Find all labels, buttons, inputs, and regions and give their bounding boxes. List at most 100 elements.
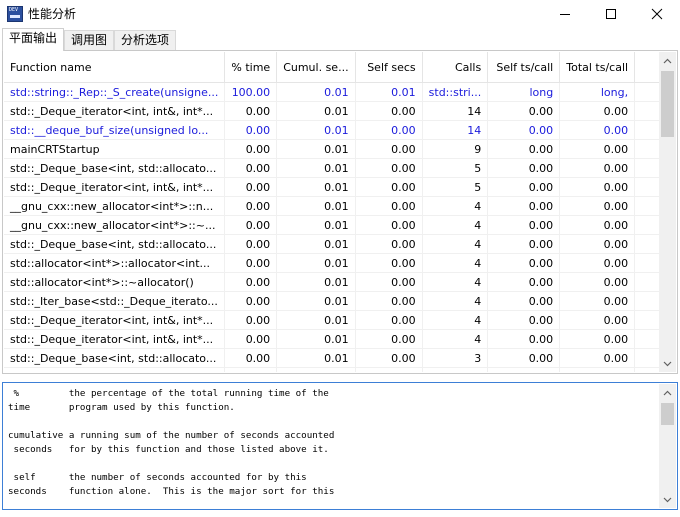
table-cell: std::__deque_buf_size(unsigned lo... (4, 120, 226, 140)
description-text[interactable]: % the percentage of the total running ti… (8, 387, 653, 505)
table-cell: std::allocator<int*>::allocator<int... (4, 253, 226, 273)
scroll-down-arrow[interactable] (659, 491, 676, 508)
table-cell: std::string::_Rep::_S_create(unsigne... (4, 82, 226, 102)
table-row[interactable]: std::allocator<int*>::~allocator() 0.00 0.… (4, 272, 661, 292)
table-cell: 0.00 (224, 177, 278, 197)
chevron-up-icon (663, 390, 672, 395)
tab-profile-options[interactable]: 分析选项 (114, 30, 176, 50)
table-row[interactable]: std::__deque_buf_size(unsigned lo... 0.00… (4, 120, 661, 140)
table-cell (634, 158, 661, 178)
table-cell: 0.00 (355, 234, 423, 254)
table-cell: 4 (422, 253, 489, 273)
table-cell: std::stri... (422, 82, 489, 102)
table-cell: 5 (422, 158, 489, 178)
tab-flat-output[interactable]: 平面输出 (2, 28, 64, 51)
upper-vertical-scrollbar[interactable] (659, 52, 676, 372)
tab-call-graph[interactable]: 调用图 (64, 30, 114, 50)
table-cell: 0.00 (559, 234, 636, 254)
table-cell: 0.00 (487, 177, 561, 197)
table-cell (634, 367, 661, 372)
table-cell: 0.00 (559, 329, 636, 349)
title-bar: DEV 性能分析 (0, 0, 680, 28)
column-header-self-ts-per-call[interactable]: Self ts/call (487, 52, 561, 83)
table-row[interactable]: std::string::_Rep::_S_create(unsigne... 1… (4, 82, 661, 102)
table-row[interactable]: std::allocator<int*>::allocator<int... 0.… (4, 253, 661, 273)
table-cell: 0.01 (276, 253, 356, 273)
table-cell: 0.01 (276, 101, 356, 121)
column-header-total-ts-per-call[interactable]: Total ts/call (559, 52, 636, 83)
scroll-up-arrow[interactable] (659, 384, 676, 401)
table-row[interactable]: std::_Iter_base<std::_Deque_iterato... 0.… (4, 291, 661, 311)
table-row[interactable]: std::_Deque_base<int, std::allocato... 0.… (4, 158, 661, 178)
table-cell: 0.00 (355, 348, 423, 368)
table-cell: 0.01 (276, 348, 356, 368)
table-cell: 0.00 (224, 196, 278, 216)
table-cell: 0.00 (224, 272, 278, 292)
table-cell: 0.01 (276, 291, 356, 311)
table-cell: 14 (422, 101, 489, 121)
table-cell (634, 139, 661, 159)
table-cell: 0.00 (224, 310, 278, 330)
minimize-button[interactable] (542, 0, 588, 28)
table-cell: 0.00 (224, 120, 278, 140)
table-row[interactable]: __gnu_cxx::new_allocator<int*>::...0.000… (4, 367, 661, 372)
column-header-empty (634, 52, 661, 83)
table-row[interactable]: std::_Deque_base<int, std::allocato... 0.… (4, 348, 661, 368)
column-header-function-name[interactable]: Function name (4, 52, 226, 83)
table-cell (634, 196, 661, 216)
table-row[interactable]: __gnu_cxx::new_allocator<int*>::n... 0.00… (4, 196, 661, 216)
lower-vertical-scrollbar[interactable] (659, 384, 676, 508)
table-cell: 0.01 (276, 272, 356, 292)
dev-cpp-app-icon: DEV (7, 6, 23, 22)
scrollbar-thumb[interactable] (661, 71, 674, 137)
table-cell: 0.01 (355, 82, 423, 102)
table-cell: 3 (422, 367, 489, 372)
table-cell: 0.00 (224, 253, 278, 273)
table-cell: 4 (422, 329, 489, 349)
table-row[interactable]: std::_Deque_iterator<int, int&, int*... 0… (4, 101, 661, 121)
table-cell: 0.00 (224, 215, 278, 235)
table-row[interactable]: std::_Deque_iterator<int, int&, int*... 0… (4, 177, 661, 197)
column-header-calls[interactable]: Calls (422, 52, 489, 83)
table-cell (634, 120, 661, 140)
description-line: self the number of seconds accounted for… (8, 472, 307, 483)
column-header-percent-time[interactable]: % time (224, 52, 278, 83)
table-cell: 9 (422, 139, 489, 159)
table-cell: 0.00 (487, 253, 561, 273)
column-header-cumulative-seconds[interactable]: Cumul. se... (276, 52, 356, 83)
table-row[interactable]: std::_Deque_base<int, std::allocato... 0.… (4, 234, 661, 254)
table-cell: 0.01 (276, 120, 356, 140)
table-cell: 0.00 (559, 196, 636, 216)
table-cell: 0.01 (276, 177, 356, 197)
column-header-self-seconds[interactable]: Self secs (355, 52, 423, 83)
table-cell: std::_Deque_iterator<int, int&, int*... (4, 101, 226, 121)
table-cell: 14 (422, 120, 489, 140)
table-cell (634, 82, 661, 102)
table-row[interactable]: mainCRTStartup 0.00 0.01 0.00 9 0.00 0.00 (4, 139, 661, 159)
scroll-up-arrow[interactable] (659, 52, 676, 69)
table-cell: std::_Deque_iterator<int, int&, int*... (4, 310, 226, 330)
table-cell: 0.00 (487, 139, 561, 159)
table-cell: 0.00 (487, 196, 561, 216)
scrollbar-thumb[interactable] (661, 403, 674, 425)
table-cell: 0.01 (276, 215, 356, 235)
table-cell: 0.00 (559, 215, 636, 235)
window-title: 性能分析 (28, 7, 77, 21)
description-line: cumulative a running sum of the number o… (8, 430, 335, 441)
table-cell (634, 177, 661, 197)
scroll-down-arrow[interactable] (659, 355, 676, 372)
close-button[interactable] (634, 0, 680, 28)
table-cell (634, 329, 661, 349)
table-row[interactable]: std::_Deque_iterator<int, int&, int*... 0… (4, 310, 661, 330)
table-cell (634, 234, 661, 254)
maximize-button[interactable] (588, 0, 634, 28)
flat-profile-list[interactable]: Function name % time Cumul. se... Self s… (4, 52, 661, 372)
table-row[interactable]: std::_Deque_iterator<int, int&, int*... 0… (4, 329, 661, 349)
table-row[interactable]: __gnu_cxx::new_allocator<int*>::~... 0.00… (4, 215, 661, 235)
table-cell: long, (559, 82, 636, 102)
table-cell: 0.01 (276, 234, 356, 254)
table-cell: 0.00 (355, 272, 423, 292)
table-cell: 0.00 (355, 158, 423, 178)
table-cell: 0.01 (276, 310, 356, 330)
table-cell: 0.00 (559, 177, 636, 197)
